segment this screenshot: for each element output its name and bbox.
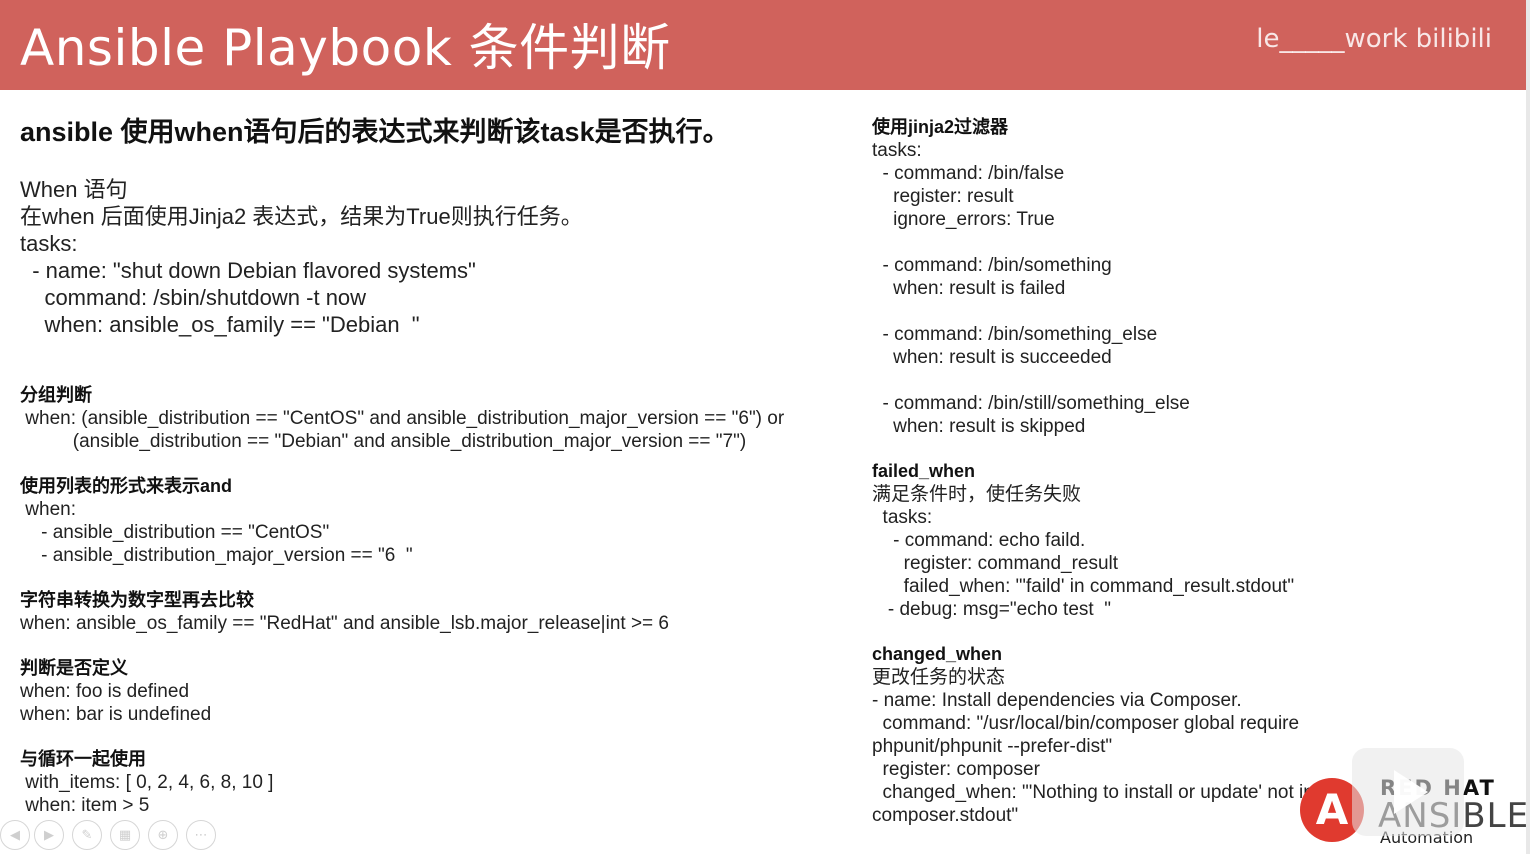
code-line: - ansible_distribution == "CentOS" [20,522,330,543]
prev-icon[interactable]: ◀ [0,820,30,850]
section-heading: 分组判断 [20,385,92,405]
zoom-icon[interactable]: ⊕ [148,820,178,850]
str-to-int-section: 字符串转换为数字型再去比较 when: ansible_os_family ==… [20,589,860,635]
section-heading: 字符串转换为数字型再去比较 [20,590,254,610]
section-heading: changed_when [872,644,1003,664]
code-line: failed_when: "'faild' in command_result.… [872,576,1295,597]
code-line: - command: /bin/something_else [872,324,1158,345]
code-line: command: "/usr/local/bin/composer global… [872,713,1300,734]
grid-icon[interactable]: ▦ [110,820,140,850]
loop-section: 与循环一起使用 with_items: [ 0, 2, 4, 6, 8, 10 … [20,748,860,817]
slide-title: Ansible Playbook 条件判断 [20,19,671,77]
code-line: - command: /bin/something [872,255,1112,276]
code-line: - command: /bin/false [872,163,1065,184]
code-line: tasks: [872,507,933,528]
when-intro: When 语句 在when 后面使用Jinja2 表达式，结果为True则执行任… [20,176,860,338]
section-heading: 使用列表的形式来表示and [20,476,232,496]
right-column: 使用jinja2过滤器 tasks: - command: /bin/false… [872,116,1432,849]
list-and-section: 使用列表的形式来表示and when: - ansible_distributi… [20,475,860,567]
code-line: - ansible_distribution_major_version == … [20,545,413,566]
pen-icon[interactable]: ✎ [72,820,102,850]
code-line: when: result is failed [872,278,1066,299]
main-title: ansible 使用when语句后的表达式来判断该task是否执行。 [20,117,730,147]
player-controls: ◀ ▶ ✎ ▦ ⊕ ⋯ [0,818,230,854]
code-line: when: [20,499,76,520]
right-edge [1526,0,1530,854]
code-line: - debug: msg="echo test " [872,599,1111,620]
code-line: - command: /bin/still/something_else [872,393,1190,414]
code-line: - command: echo faild. [872,530,1086,551]
code-line: when: bar is undefined [20,704,212,725]
group-section: 分组判断 when: (ansible_distribution == "Cen… [20,384,860,453]
section-heading: 使用jinja2过滤器 [872,117,1009,137]
code-line: - name: Install dependencies via Compose… [872,690,1242,711]
code-line: register: result [872,186,1014,207]
code-line: tasks: [872,140,922,161]
defined-section: 判断是否定义 when: foo is defined when: bar is… [20,657,860,726]
intro-line: command: /sbin/shutdown -t now [20,285,367,310]
jinja-filter-section: 使用jinja2过滤器 tasks: - command: /bin/false… [872,116,1432,438]
more-icon[interactable]: ⋯ [186,820,216,850]
code-line: with_items: [ 0, 2, 4, 6, 8, 10 ] [20,772,274,793]
code-line: 满足条件时，使任务失败 [872,484,1082,505]
code-line: phpunit/phpunit --prefer-dist" [872,736,1113,757]
watermark: le_____work bilibili [1256,24,1492,54]
section-heading: 与循环一起使用 [20,749,146,769]
video-play-button[interactable] [1352,748,1464,836]
left-column: ansible 使用when语句后的表达式来判断该task是否执行。 When … [20,104,860,839]
code-line: when: foo is defined [20,681,190,702]
header-bar: Ansible Playbook 条件判断 le_____work bilibi… [0,0,1526,90]
intro-line: - name: "shut down Debian flavored syste… [20,258,476,283]
code-line: when: ansible_os_family == "RedHat" and … [20,613,669,634]
play-icon [1394,770,1428,814]
code-line: when: result is succeeded [872,347,1112,368]
code-line: 更改任务的状态 [872,667,1006,688]
code-line: when: (ansible_distribution == "CentOS" … [20,408,785,429]
section-heading: failed_when [872,461,976,481]
code-line: (ansible_distribution == "Debian" and an… [20,431,747,452]
failed-when-section: failed_when 满足条件时，使任务失败 tasks: - command… [872,460,1432,621]
section-heading: 判断是否定义 [20,658,128,678]
code-line: when: item > 5 [20,795,150,816]
code-line: when: result is skipped [872,416,1086,437]
play-small-icon[interactable]: ▶ [34,820,64,850]
code-line: ignore_errors: True [872,209,1055,230]
intro-line: when: ansible_os_family == "Debian " [20,312,420,337]
intro-line: 在when 后面使用Jinja2 表达式，结果为True则执行任务。 [20,204,583,229]
intro-line: When 语句 [20,177,128,202]
code-line: register: command_result [872,553,1119,574]
intro-line: tasks: [20,231,78,256]
